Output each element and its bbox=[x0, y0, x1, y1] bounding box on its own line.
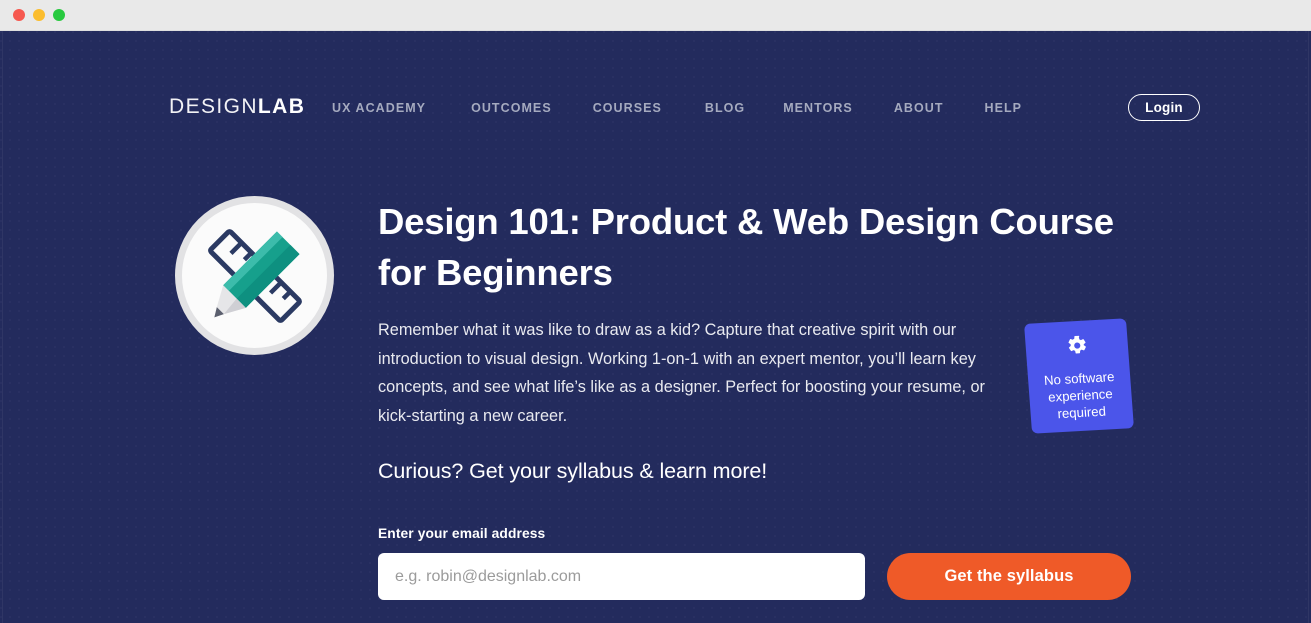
nav-item-outcomes[interactable]: OUTCOMES bbox=[471, 101, 552, 115]
nav-item-blog[interactable]: BLOG bbox=[705, 101, 745, 115]
page-title: Design 101: Product & Web Design Course … bbox=[378, 201, 1114, 293]
nav-item-mentors[interactable]: MENTORS bbox=[783, 101, 853, 115]
nav-item-help[interactable]: HELP bbox=[985, 101, 1023, 115]
site-logo[interactable]: DESIGNLAB bbox=[169, 96, 305, 117]
nav-item-courses[interactable]: COURSES bbox=[593, 101, 662, 115]
maximize-window-button[interactable] bbox=[53, 9, 65, 21]
nav-links: UX ACADEMY OUTCOMES COURSES BLOG MENTORS… bbox=[332, 101, 1022, 115]
course-illustration bbox=[175, 196, 334, 355]
hero-description: Remember what it was like to draw as a k… bbox=[378, 321, 985, 425]
login-button[interactable]: Login bbox=[1128, 94, 1200, 121]
gear-icon bbox=[1066, 335, 1089, 362]
site-navbar: DESIGNLAB UX ACADEMY OUTCOMES COURSES BL… bbox=[0, 31, 1311, 124]
minimize-window-button[interactable] bbox=[33, 9, 45, 21]
badge-label: No software experience required bbox=[1043, 369, 1115, 422]
email-input[interactable] bbox=[378, 553, 865, 600]
logo-text-lab: LAB bbox=[257, 95, 306, 118]
logo-text-design: DESIGN bbox=[169, 95, 258, 118]
nav-item-ux-academy[interactable]: UX ACADEMY bbox=[332, 101, 426, 115]
close-window-button[interactable] bbox=[13, 9, 25, 21]
email-field-label: Enter your email address bbox=[378, 526, 546, 541]
traffic-light-group bbox=[13, 9, 65, 21]
window-titlebar bbox=[0, 0, 1311, 31]
no-software-required-badge: No software experience required bbox=[1024, 318, 1134, 434]
nav-item-about[interactable]: ABOUT bbox=[894, 101, 944, 115]
browser-window: DESIGNLAB UX ACADEMY OUTCOMES COURSES BL… bbox=[0, 0, 1311, 623]
hero-subheadline: Curious? Get your syllabus & learn more! bbox=[378, 459, 768, 483]
pencil-and-ruler-icon bbox=[196, 217, 314, 335]
get-syllabus-button[interactable]: Get the syllabus bbox=[887, 553, 1131, 600]
page-content: DESIGNLAB UX ACADEMY OUTCOMES COURSES BL… bbox=[0, 31, 1311, 623]
